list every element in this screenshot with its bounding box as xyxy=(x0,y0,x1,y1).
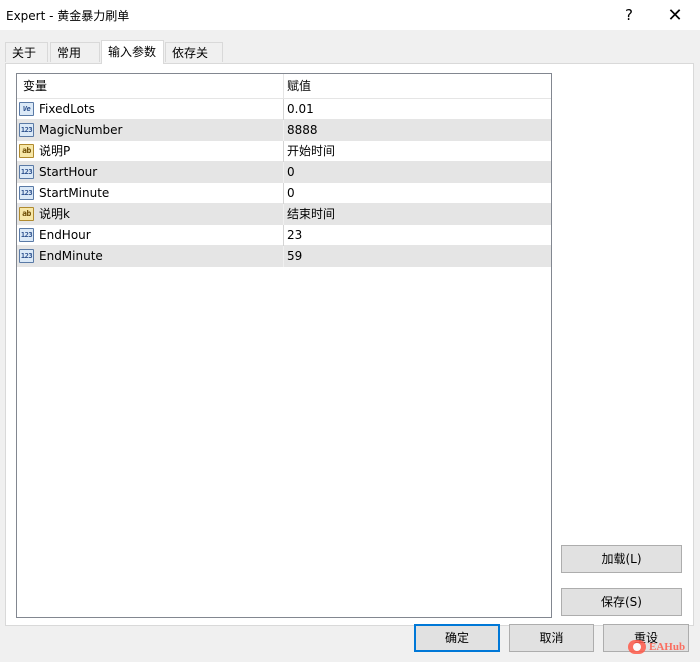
table-row[interactable]: ab 说明k 结束时间 xyxy=(17,204,551,225)
parameters-grid: 变量 赋值 Ve FixedLots 0.01 123 MagicNumber 8888 a… xyxy=(16,73,552,618)
load-button[interactable]: 加载(L) xyxy=(561,545,682,573)
column-header-variable[interactable]: 变量 xyxy=(23,74,47,98)
integer-type-icon: 123 xyxy=(19,123,34,137)
tab-inputs[interactable]: 输入参数 xyxy=(101,40,164,64)
cell-divider xyxy=(283,162,284,183)
variable-name: 说明k xyxy=(39,207,70,221)
integer-type-icon: 123 xyxy=(19,249,34,263)
variable-value[interactable]: 8888 xyxy=(287,120,318,141)
variable-value[interactable]: 开始时间 xyxy=(287,141,335,162)
help-button[interactable]: ? xyxy=(606,0,652,30)
tab-about[interactable]: 关于 xyxy=(5,42,48,62)
integer-type-icon: 123 xyxy=(19,165,34,179)
cell-divider xyxy=(283,141,284,162)
table-row[interactable]: Ve FixedLots 0.01 xyxy=(17,99,551,120)
tab-dependencies[interactable]: 依存关系 xyxy=(165,42,223,80)
variable-value[interactable]: 59 xyxy=(287,246,302,267)
variable-value[interactable]: 0.01 xyxy=(287,99,314,120)
variable-value[interactable]: 0 xyxy=(287,183,295,204)
integer-type-icon: 123 xyxy=(19,228,34,242)
eahub-watermark: EAHub xyxy=(628,637,685,657)
table-row[interactable]: 123 EndMinute 59 xyxy=(17,246,551,267)
eahub-logo-icon xyxy=(628,640,646,654)
grid-header: 变量 赋值 xyxy=(17,74,551,99)
cell-divider xyxy=(283,99,284,120)
tab-common[interactable]: 常用 xyxy=(50,42,100,62)
variable-value[interactable]: 0 xyxy=(287,162,295,183)
variable-name: MagicNumber xyxy=(39,123,123,137)
variable-name: EndMinute xyxy=(39,249,103,263)
table-row[interactable]: 123 MagicNumber 8888 xyxy=(17,120,551,141)
watermark-text: EAHub xyxy=(649,641,686,653)
string-type-icon: ab xyxy=(19,207,34,221)
ok-button[interactable]: 确定 xyxy=(414,624,500,652)
string-type-icon: ab xyxy=(19,144,34,158)
table-row[interactable]: 123 StartMinute 0 xyxy=(17,183,551,204)
variable-name: 说明P xyxy=(39,144,71,158)
variable-name: FixedLots xyxy=(39,102,95,116)
table-row[interactable]: 123 EndHour 23 xyxy=(17,225,551,246)
save-button[interactable]: 保存(S) xyxy=(561,588,682,616)
variable-name: EndHour xyxy=(39,228,91,242)
integer-type-icon: 123 xyxy=(19,186,34,200)
variable-name: StartHour xyxy=(39,165,98,179)
cell-divider xyxy=(283,120,284,141)
cell-divider xyxy=(283,204,284,225)
cell-divider xyxy=(283,225,284,246)
cell-divider xyxy=(283,183,284,204)
variable-value[interactable]: 结束时间 xyxy=(287,204,335,225)
column-header-value[interactable]: 赋值 xyxy=(287,74,311,98)
cell-divider xyxy=(283,246,284,267)
table-row[interactable]: ab 说明P 开始时间 xyxy=(17,141,551,162)
table-row[interactable]: 123 StartHour 0 xyxy=(17,162,551,183)
variable-value[interactable]: 23 xyxy=(287,225,302,246)
window-title: Expert - 黄金暴力刷单 xyxy=(6,9,130,23)
column-divider[interactable] xyxy=(283,74,284,98)
close-button[interactable]: ✕ xyxy=(652,0,698,30)
double-type-icon: Ve xyxy=(19,102,34,116)
title-bar: Expert - 黄金暴力刷单 ? ✕ xyxy=(0,0,700,30)
variable-name: StartMinute xyxy=(39,186,110,200)
cancel-button[interactable]: 取消 xyxy=(509,624,594,652)
